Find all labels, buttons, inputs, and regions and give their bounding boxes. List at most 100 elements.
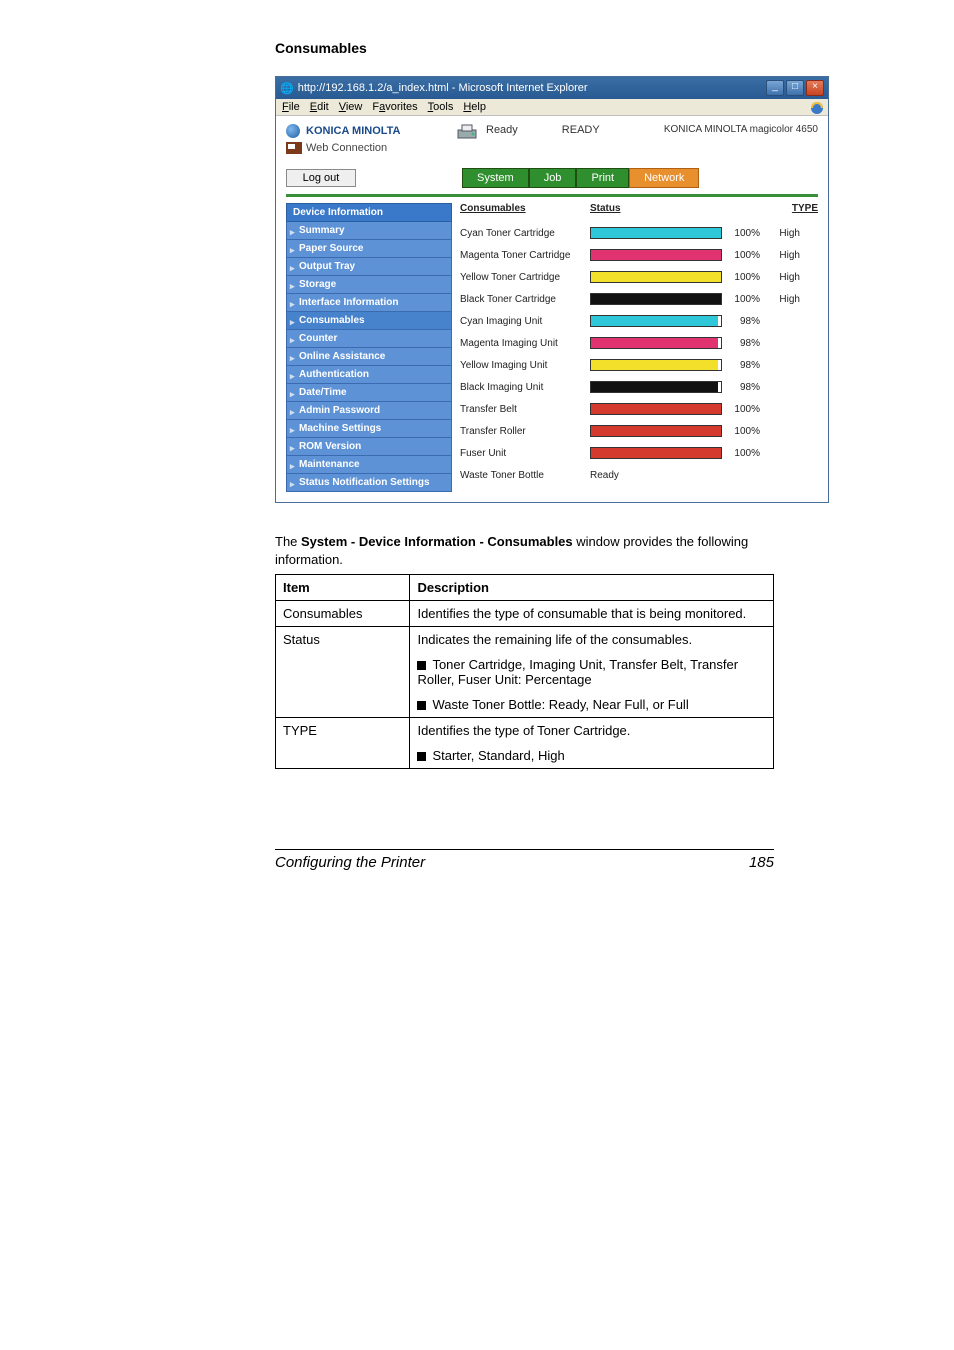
consumable-row: Yellow Toner Cartridge100%High (460, 266, 818, 288)
menu-tools[interactable]: Tools (428, 101, 454, 113)
status-percent: 100% (726, 404, 760, 415)
menu-file[interactable]: File (282, 101, 300, 113)
col-status: Status (590, 203, 730, 214)
consumable-name: Black Toner Cartridge (460, 294, 590, 305)
bullet-icon (417, 701, 426, 710)
waste-row: Waste Toner Bottle Ready (460, 464, 818, 486)
status-percent: 100% (726, 294, 760, 305)
sidebar-item-authentication[interactable]: ▸Authentication (286, 366, 452, 384)
consumable-row: Fuser Unit100% (460, 442, 818, 464)
consumable-name: Magenta Toner Cartridge (460, 250, 590, 261)
menu-bar: File Edit View Favorites Tools Help (276, 99, 828, 116)
consumable-row: Cyan Imaging Unit98% (460, 310, 818, 332)
menu-view[interactable]: View (339, 101, 363, 113)
status-percent: 100% (726, 448, 760, 459)
consumable-name: Black Imaging Unit (460, 382, 590, 393)
close-button[interactable]: × (806, 80, 824, 96)
window-titlebar: 🌐 http://192.168.1.2/a_index.html - Micr… (276, 77, 828, 99)
sidebar-item-maintenance[interactable]: ▸Maintenance (286, 456, 452, 474)
td-type-desc: Identifies the type of Toner Cartridge. … (410, 718, 774, 769)
minimize-button[interactable]: _ (766, 80, 784, 96)
th-description: Description (410, 575, 774, 601)
consumable-row: Transfer Belt 100% (460, 398, 818, 420)
status-bar (590, 403, 722, 415)
status-ready-big: READY (562, 124, 600, 136)
tab-job[interactable]: Job (529, 168, 577, 188)
status-percent: 98% (726, 316, 760, 327)
sidebar-label: Admin Password (299, 405, 380, 416)
sidebar-item-storage[interactable]: ▸Storage (286, 276, 452, 294)
pagescope-icon (286, 142, 302, 154)
footer-page-number: 185 (749, 854, 774, 871)
sidebar-item-summary[interactable]: ▸Summary (286, 222, 452, 240)
consumable-row: Cyan Toner Cartridge100%High (460, 222, 818, 244)
consumable-name: Cyan Toner Cartridge (460, 228, 590, 239)
consumable-row: Magenta Imaging Unit 98% (460, 332, 818, 354)
ie-page-icon: 🌐 (280, 82, 294, 95)
tab-system[interactable]: System (462, 168, 529, 188)
consumable-row: Yellow Imaging Unit98% (460, 354, 818, 376)
sidebar-head: Device Information (286, 203, 452, 222)
sidebar-item-online-assistance[interactable]: ▸Online Assistance (286, 348, 452, 366)
konica-logo-icon (286, 124, 300, 138)
browser-window: 🌐 http://192.168.1.2/a_index.html - Micr… (275, 76, 829, 503)
status-bar (590, 447, 722, 459)
ie-logo-icon (809, 100, 825, 116)
menu-favorites[interactable]: Favorites (372, 101, 417, 113)
description-text: The System - Device Information - Consum… (275, 533, 774, 568)
sidebar-label: Machine Settings (299, 423, 381, 434)
menu-edit[interactable]: Edit (310, 101, 329, 113)
consumable-row: Transfer Roller100% (460, 420, 818, 442)
sidebar-label: Date/Time (299, 387, 347, 398)
sidebar-item-paper-source[interactable]: ▸Paper Source (286, 240, 452, 258)
sidebar-label: Output Tray (299, 261, 355, 272)
brand-name: KONICA MINOLTA (306, 125, 401, 137)
th-item: Item (276, 575, 410, 601)
sidebar-label: Status Notification Settings (299, 477, 430, 488)
status-ready-small: Ready (486, 124, 518, 136)
col-consumables: Consumables (460, 203, 590, 214)
footer-title: Configuring the Printer (275, 854, 425, 871)
td-status: Status (276, 627, 410, 718)
info-table: Item Description Consumables Identifies … (275, 574, 774, 769)
page-footer: Configuring the Printer 185 (275, 849, 774, 871)
tab-print[interactable]: Print (576, 168, 629, 188)
sidebar-item-machine-settings[interactable]: ▸Machine Settings (286, 420, 452, 438)
sidebar-item-datetime[interactable]: ▸Date/Time (286, 384, 452, 402)
status-bar (590, 425, 722, 437)
status-percent: 98% (726, 338, 760, 349)
waste-name: Waste Toner Bottle (460, 470, 590, 481)
printer-model: KONICA MINOLTA magicolor 4650 (664, 124, 818, 135)
status-percent: 100% (726, 426, 760, 437)
sidebar-item-status-notification[interactable]: ▸Status Notification Settings (286, 474, 452, 492)
sidebar-item-rom-version[interactable]: ▸ROM Version (286, 438, 452, 456)
sidebar-item-consumables[interactable]: ▸Consumables (286, 312, 452, 330)
logout-button[interactable]: Log out (286, 169, 356, 187)
bullet-icon (417, 752, 426, 761)
consumable-type: High (760, 294, 800, 305)
consumable-name: Magenta Imaging Unit (460, 338, 590, 349)
window-title: http://192.168.1.2/a_index.html - Micros… (298, 82, 588, 94)
status-bar (590, 249, 722, 261)
tab-network[interactable]: Network (629, 168, 699, 188)
status-bar (590, 381, 722, 393)
td-status-desc: Indicates the remaining life of the cons… (410, 627, 774, 718)
pagescope-label: Web Connection (306, 142, 387, 154)
sidebar-label: Maintenance (299, 459, 360, 470)
consumable-name: Transfer Belt (460, 404, 590, 415)
sidebar: Device Information ▸Summary ▸Paper Sourc… (286, 203, 452, 492)
maximize-button[interactable]: □ (786, 80, 804, 96)
status-percent: 100% (726, 272, 760, 283)
status-bar (590, 359, 722, 371)
sidebar-item-admin-password[interactable]: ▸Admin Password (286, 402, 452, 420)
consumable-row: Black Imaging Unit98% (460, 376, 818, 398)
sidebar-item-interface[interactable]: ▸Interface Information (286, 294, 452, 312)
sidebar-label: Interface Information (299, 297, 398, 308)
status-percent: 100% (726, 250, 760, 261)
consumable-type: High (760, 228, 800, 239)
consumable-row: Black Toner Cartridge 100%High (460, 288, 818, 310)
sidebar-item-counter[interactable]: ▸Counter (286, 330, 452, 348)
menu-help[interactable]: Help (463, 101, 486, 113)
printer-icon (456, 124, 478, 142)
sidebar-item-output-tray[interactable]: ▸Output Tray (286, 258, 452, 276)
